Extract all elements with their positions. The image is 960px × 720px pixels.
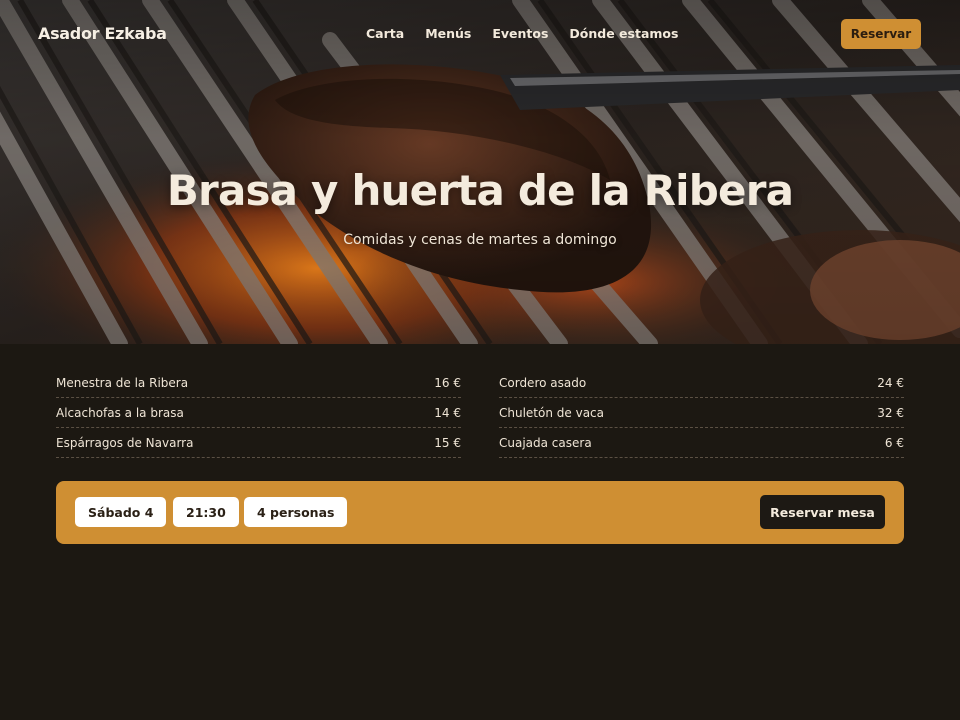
menu-item-price: 6 € [884,435,904,450]
hero-subtitle: Comidas y cenas de martes a domingo [343,232,617,248]
menu-column-left: Menestra de la Ribera 16 € Alcachofas a … [56,368,461,458]
menu-item-name: Cordero asado [499,375,587,390]
hero: Asador Ezkaba Carta Menús Eventos Dónde … [0,0,960,344]
reserve-button[interactable]: Reservar [841,19,921,49]
menu-item-name: Alcachofas a la brasa [56,405,184,420]
top-nav: Asador Ezkaba Carta Menús Eventos Dónde … [0,0,960,70]
nav-link-donde-estamos[interactable]: Dónde estamos [569,26,678,41]
menu-item: Alcachofas a la brasa 14 € [56,398,461,428]
menu-column-right: Cordero asado 24 € Chuletón de vaca 32 €… [499,368,904,458]
time-selector[interactable]: 21:30 [173,497,239,527]
menu-item-price: 24 € [877,375,904,390]
menu-item: Cuajada casera 6 € [499,428,904,458]
menu-item: Espárragos de Navarra 15 € [56,428,461,458]
booking-bar: Sábado 4 21:30 4 personas Reservar mesa [56,481,904,544]
menu-item-name: Menestra de la Ribera [56,375,189,390]
menu-item: Chuletón de vaca 32 € [499,398,904,428]
menu-item-price: 14 € [434,405,461,420]
nav-link-eventos[interactable]: Eventos [492,26,548,41]
hero-title: Brasa y huerta de la Ribera [166,166,794,215]
menu-item-name: Cuajada casera [499,435,592,450]
menu-list: Menestra de la Ribera 16 € Alcachofas a … [56,368,904,458]
menu-item-name: Espárragos de Navarra [56,435,194,450]
menu-item: Menestra de la Ribera 16 € [56,368,461,398]
nav-links: Carta Menús Eventos Dónde estamos [366,26,699,41]
menu-item-name: Chuletón de vaca [499,405,604,420]
brand-logo[interactable]: Asador Ezkaba [38,24,167,43]
nav-link-menus[interactable]: Menús [425,26,471,41]
menu-item-price: 15 € [434,435,461,450]
date-selector[interactable]: Sábado 4 [75,497,167,527]
book-table-button[interactable]: Reservar mesa [760,495,885,529]
menu-item-price: 16 € [434,375,461,390]
nav-link-carta[interactable]: Carta [366,26,404,41]
menu-item-price: 32 € [877,405,904,420]
party-size-selector[interactable]: 4 personas [244,497,348,527]
menu-item: Cordero asado 24 € [499,368,904,398]
